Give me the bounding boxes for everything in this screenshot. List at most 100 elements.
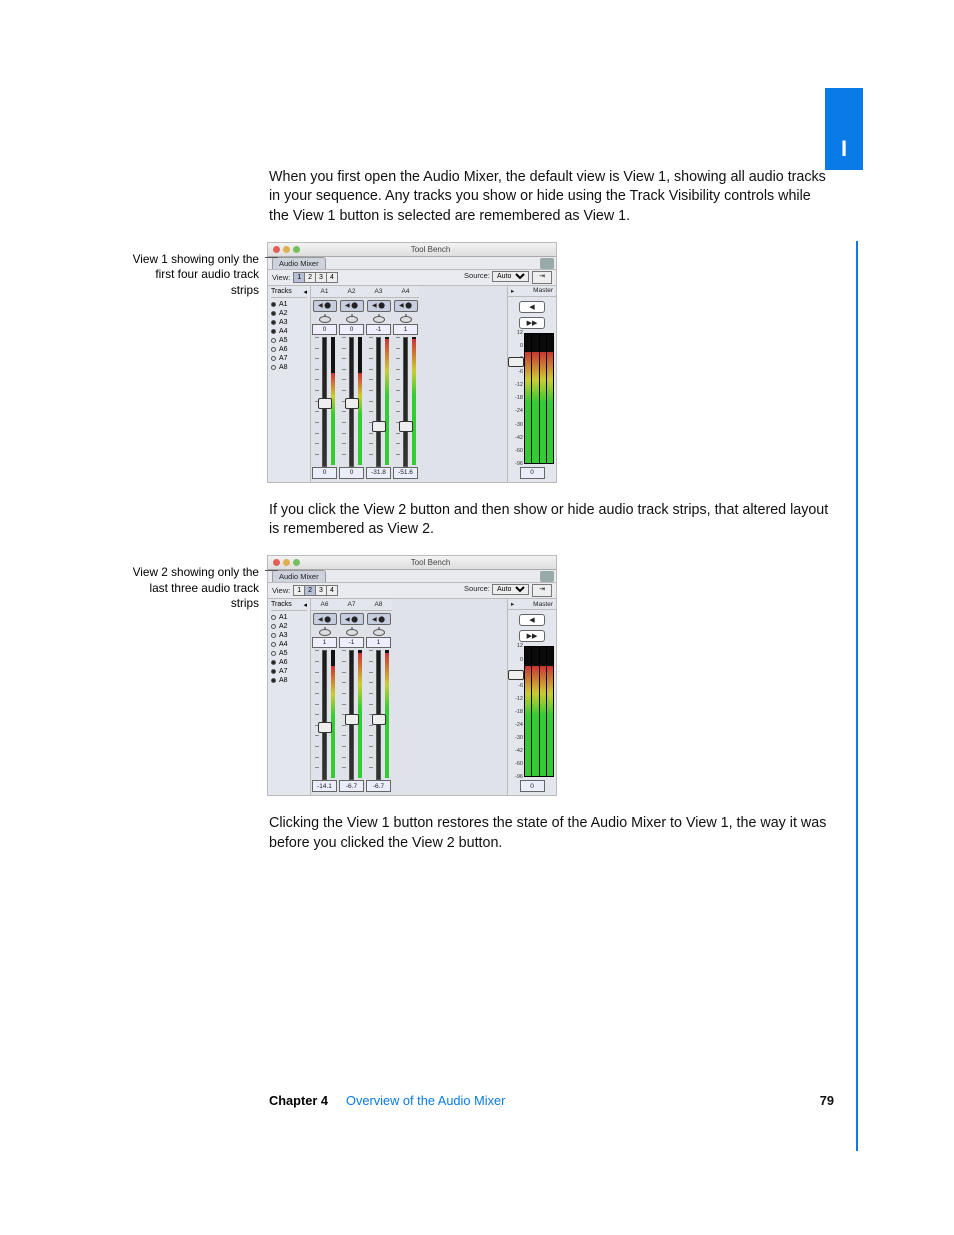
track-visibility-A8[interactable]: A8 [271,363,307,372]
callout-line-icon [265,570,278,571]
volume-fader[interactable] [394,337,418,465]
track-visibility-A5[interactable]: A5 [271,336,307,345]
pan-knob[interactable]: ◀ ⬤ [367,613,391,625]
bullet-icon [271,669,276,674]
track-visibility-A3[interactable]: A3 [271,318,307,327]
source-select[interactable]: Auto [492,584,529,595]
pan-slider[interactable] [373,314,385,323]
chevron-right-icon[interactable]: ▸ [511,600,514,608]
chevron-right-icon[interactable]: ▸ [511,287,514,295]
bullet-icon [271,320,276,325]
expand-icon[interactable] [540,571,554,582]
pan-slider[interactable] [373,627,385,636]
pan-value: 0 [339,324,364,335]
track-visibility-A8[interactable]: A8 [271,676,307,685]
paragraph: Clicking the View 1 button restores the … [269,814,834,853]
fader-knob-icon[interactable] [372,714,386,725]
window-titlebar: Tool Bench [268,556,556,570]
downmix-icon[interactable]: ⇥ [532,584,552,597]
tab-audio-mixer[interactable]: Audio Mixer [272,257,326,269]
zoom-icon[interactable] [293,246,300,253]
volume-fader[interactable] [313,337,337,465]
pan-slider[interactable] [400,314,412,323]
strip-header: A8 [365,599,392,611]
track-visibility-A6[interactable]: A6 [271,345,307,354]
master-fader-knob-icon[interactable] [508,670,524,680]
fader-knob-icon[interactable] [345,714,359,725]
pan-slider[interactable] [346,314,358,323]
track-visibility-A1[interactable]: A1 [271,300,307,309]
tab-audio-mixer[interactable]: Audio Mixer [272,570,326,582]
volume-fader[interactable] [367,650,391,778]
chevron-left-icon[interactable]: ◂ [303,601,307,609]
minimize-icon[interactable] [283,246,290,253]
volume-fader[interactable] [367,337,391,465]
zoom-icon[interactable] [293,559,300,566]
track-visibility-A3[interactable]: A3 [271,631,307,640]
pan-knob[interactable]: ◀ ⬤ [313,300,337,312]
traffic-lights [268,559,305,566]
track-visibility-A6[interactable]: A6 [271,658,307,667]
master-readout: 0 [520,780,545,792]
fader-knob-icon[interactable] [372,421,386,432]
volume-fader[interactable] [340,650,364,778]
db-scale: 1200-6-12-18-24-30-42-60-96 [510,333,524,464]
master-mute-button[interactable]: ◀ [519,614,545,626]
master-strip: ▸Master◀▶▶1200-6-12-18-24-30-42-60-960 [507,286,556,482]
master-mute-button[interactable]: ◀ [519,301,545,313]
fader-knob-icon[interactable] [345,398,359,409]
bullet-icon [271,365,276,370]
pan-knob[interactable]: ◀ ⬤ [394,300,418,312]
channel-strips: A1◀ ⬤00A2◀ ⬤00A3◀ ⬤-1-31.8A4◀ ⬤1-51.6 [311,286,419,482]
pan-value: 0 [312,324,337,335]
master-solo-button[interactable]: ▶▶ [519,630,545,642]
pan-knob[interactable]: ◀ ⬤ [367,300,391,312]
bullet-icon [271,678,276,683]
fader-knob-icon[interactable] [318,722,332,733]
view-button-4[interactable]: 4 [326,585,338,596]
track-visibility-A7[interactable]: A7 [271,667,307,676]
volume-fader[interactable] [340,337,364,465]
pan-knob[interactable]: ◀ ⬤ [340,613,364,625]
strip-header: A6 [311,599,338,611]
bullet-icon [271,615,276,620]
close-icon[interactable] [273,246,280,253]
track-visibility-A1[interactable]: A1 [271,613,307,622]
master-meter-bar [547,647,553,776]
page: I When you first open the Audio Mixer, t… [0,0,954,1235]
track-visibility-A2[interactable]: A2 [271,622,307,631]
pan-slider[interactable] [319,627,331,636]
track-visibility-A4[interactable]: A4 [271,327,307,336]
view-label: View: [272,586,290,595]
mixer-body: Tracks◂A1A2A3A4A5A6A7A8A1◀ ⬤00A2◀ ⬤00A3◀… [268,286,556,482]
strip-header: A3 [365,286,392,298]
close-icon[interactable] [273,559,280,566]
master-fader-knob-icon[interactable] [508,357,524,367]
toolbar: View:1234Source: Auto⇥ [268,269,556,286]
master-solo-button[interactable]: ▶▶ [519,317,545,329]
minimize-icon[interactable] [283,559,290,566]
fader-knob-icon[interactable] [318,398,332,409]
downmix-icon[interactable]: ⇥ [532,271,552,284]
pan-slider[interactable] [319,314,331,323]
fader-knob-icon[interactable] [399,421,413,432]
pan-slider[interactable] [346,627,358,636]
pan-knob[interactable]: ◀ ⬤ [340,300,364,312]
content-column: When you first open the Audio Mixer, the… [269,168,834,869]
volume-fader[interactable] [313,650,337,778]
expand-icon[interactable] [540,258,554,269]
view-button-4[interactable]: 4 [326,272,338,283]
track-visibility-A4[interactable]: A4 [271,640,307,649]
chevron-left-icon[interactable]: ◂ [303,288,307,296]
section-tab: I [825,88,863,170]
level-meter [412,337,416,465]
paragraph: If you click the View 2 button and then … [269,501,834,540]
pan-knob[interactable]: ◀ ⬤ [313,613,337,625]
source-group: Source: Auto⇥ [464,584,552,597]
bullet-icon [271,660,276,665]
track-visibility-A5[interactable]: A5 [271,649,307,658]
track-visibility-A7[interactable]: A7 [271,354,307,363]
source-select[interactable]: Auto [492,271,529,282]
level-meter [331,650,335,778]
track-visibility-A2[interactable]: A2 [271,309,307,318]
